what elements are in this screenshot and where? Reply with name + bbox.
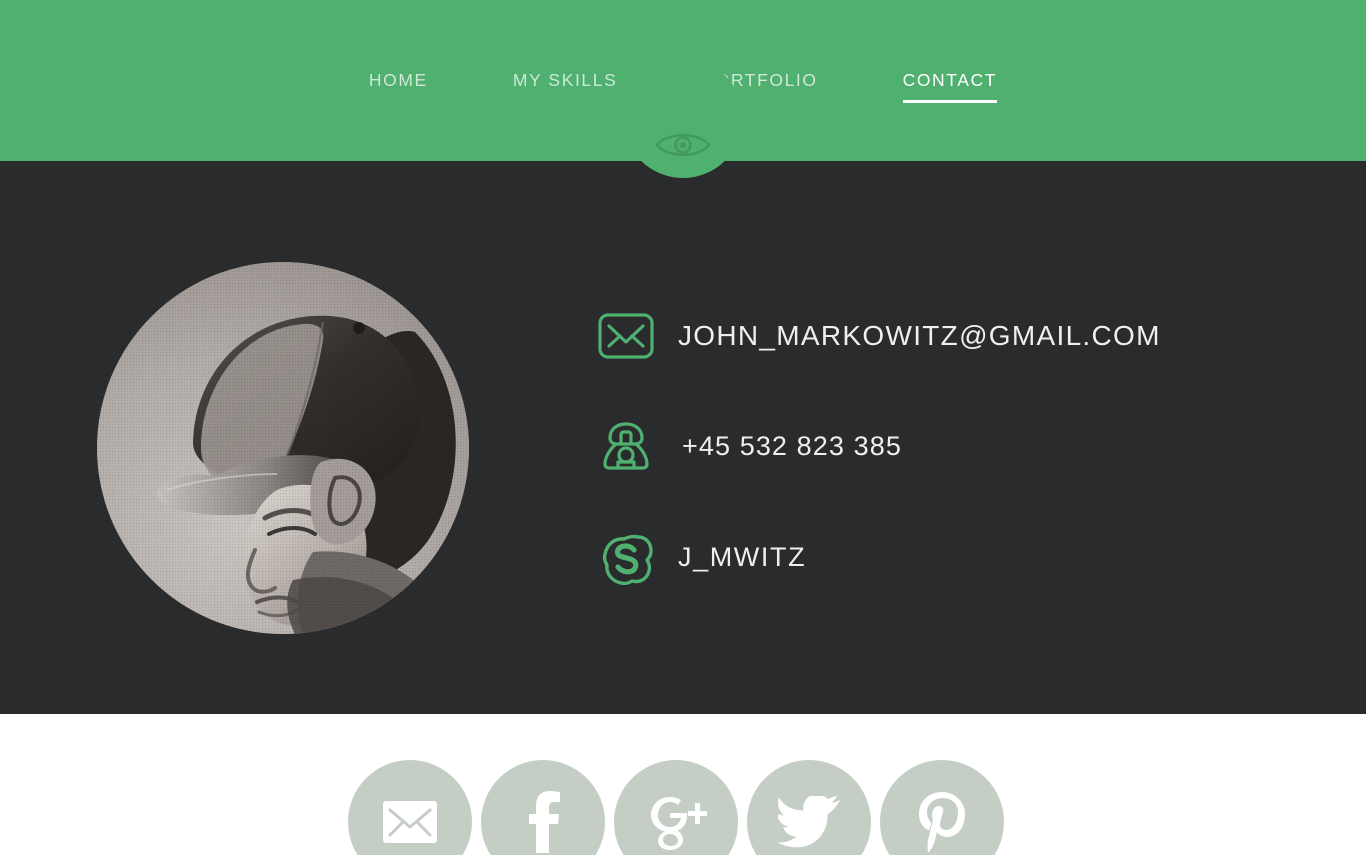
contact-email-value: JOHN_MARKOWITZ@GMAIL.COM xyxy=(678,320,1161,351)
social-link-email[interactable] xyxy=(348,760,472,855)
contact-skype-value: J_MWITZ xyxy=(678,541,807,572)
email-icon xyxy=(383,801,437,843)
social-link-pinterest[interactable] xyxy=(880,760,1004,855)
contact-row-phone[interactable]: +45 532 823 385 xyxy=(598,418,1161,474)
social-link-facebook[interactable] xyxy=(481,760,605,855)
skype-icon xyxy=(598,529,654,585)
google-plus-icon xyxy=(645,793,707,851)
contact-section: JOHN_MARKOWITZ@GMAIL.COM +45 532 823 385 xyxy=(0,161,1366,714)
facebook-icon xyxy=(523,791,563,853)
contact-row-skype[interactable]: J_MWITZ xyxy=(598,529,1161,585)
portrait-photo xyxy=(97,262,469,634)
contact-page: HOME MY SKILLS PORTFOLIO CONTACT JOHN_MA… xyxy=(0,0,1366,855)
contact-row-email[interactable]: JOHN_MARKOWITZ@GMAIL.COM xyxy=(598,308,1161,364)
contact-details-list: JOHN_MARKOWITZ@GMAIL.COM +45 532 823 385 xyxy=(598,308,1161,585)
telephone-icon xyxy=(598,418,654,474)
contact-phone-value: +45 532 823 385 xyxy=(682,430,902,461)
pinterest-icon xyxy=(917,791,967,853)
social-link-googleplus[interactable] xyxy=(614,760,738,855)
envelope-icon xyxy=(598,308,654,364)
nav-item-home[interactable]: HOME xyxy=(369,70,428,103)
nav-item-contact[interactable]: CONTACT xyxy=(902,70,998,103)
scroll-badge[interactable] xyxy=(623,58,743,178)
social-links xyxy=(348,760,1004,855)
social-link-twitter[interactable] xyxy=(747,760,871,855)
site-footer xyxy=(0,714,1366,855)
twitter-icon xyxy=(778,796,840,848)
eye-icon xyxy=(655,130,711,165)
nav-item-my-skills[interactable]: MY SKILLS xyxy=(513,70,618,103)
